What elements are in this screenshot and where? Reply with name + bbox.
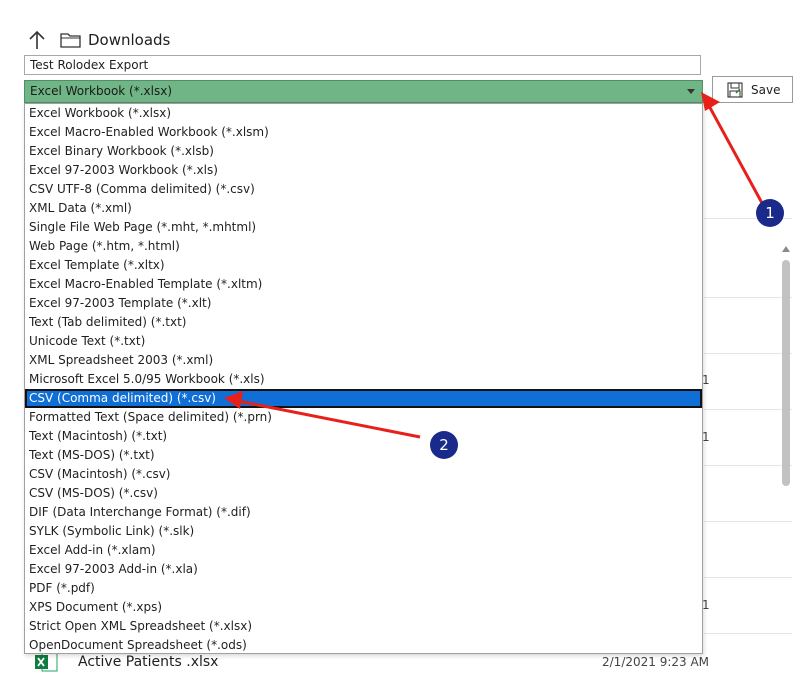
excel-file-icon: [35, 652, 58, 672]
file-type-option[interactable]: Excel Macro-Enabled Workbook (*.xlsm): [25, 123, 702, 142]
annotation-badge-1: 1: [756, 199, 784, 227]
file-type-option[interactable]: Microsoft Excel 5.0/95 Workbook (*.xls): [25, 370, 702, 389]
file-type-option[interactable]: Strict Open XML Spreadsheet (*.xlsx): [25, 617, 702, 636]
file-type-select[interactable]: Excel Workbook (*.xlsx): [24, 80, 703, 103]
save-icon: [727, 81, 743, 98]
file-type-option[interactable]: Excel Workbook (*.xlsx): [25, 104, 702, 123]
divider: [704, 297, 792, 298]
save-button[interactable]: Save: [712, 76, 793, 103]
file-date-fragment: 1: [702, 373, 710, 387]
file-type-option[interactable]: Single File Web Page (*.mht, *.mhtml): [25, 218, 702, 237]
file-type-option[interactable]: CSV (MS-DOS) (*.csv): [25, 484, 702, 503]
scroll-up-icon[interactable]: [782, 246, 790, 252]
divider: [704, 353, 792, 354]
annotation-arrow-1: [706, 103, 764, 204]
file-name: Active Patients .xlsx: [78, 654, 219, 670]
file-type-option[interactable]: Excel Binary Workbook (*.xlsb): [25, 142, 702, 161]
divider: [704, 521, 792, 522]
file-date-fragment: 1: [702, 598, 710, 612]
annotation-badge-2: 2: [430, 431, 458, 459]
file-type-options-list[interactable]: Excel Workbook (*.xlsx) Excel Macro-Enabl…: [24, 103, 703, 654]
file-type-option[interactable]: SYLK (Symbolic Link) (*.slk): [25, 522, 702, 541]
location-bar: Downloads: [26, 28, 170, 52]
file-type-option[interactable]: Formatted Text (Space delimited) (*.prn): [25, 408, 702, 427]
file-type-option[interactable]: Web Page (*.htm, *.html): [25, 237, 702, 256]
file-date: 2/1/2021 9:23 AM: [602, 655, 710, 669]
file-type-option[interactable]: XML Data (*.xml): [25, 199, 702, 218]
divider: [704, 465, 792, 466]
scrollbar-thumb[interactable]: [782, 260, 790, 486]
file-type-option[interactable]: DIF (Data Interchange Format) (*.dif): [25, 503, 702, 522]
breadcrumb[interactable]: Downloads: [88, 31, 170, 49]
file-list-scrollbar[interactable]: [780, 244, 792, 644]
divider: [704, 409, 792, 410]
file-type-option[interactable]: Excel Add-in (*.xlam): [25, 541, 702, 560]
file-name-input[interactable]: Test Rolodex Export: [24, 55, 701, 75]
folder-icon: [60, 33, 81, 48]
file-type-option-selected[interactable]: CSV (Comma delimited) (*.csv): [25, 389, 702, 408]
file-type-option[interactable]: CSV (Macintosh) (*.csv): [25, 465, 702, 484]
file-type-option[interactable]: Text (Macintosh) (*.txt): [25, 427, 702, 446]
file-type-option[interactable]: XML Spreadsheet 2003 (*.xml): [25, 351, 702, 370]
chevron-down-icon[interactable]: [687, 89, 695, 94]
file-type-option[interactable]: Excel 97-2003 Add-in (*.xla): [25, 560, 702, 579]
file-type-option[interactable]: Excel 97-2003 Template (*.xlt): [25, 294, 702, 313]
file-type-option[interactable]: Text (MS-DOS) (*.txt): [25, 446, 702, 465]
file-type-option[interactable]: Unicode Text (*.txt): [25, 332, 702, 351]
file-type-option[interactable]: XPS Document (*.xps): [25, 598, 702, 617]
file-type-option[interactable]: OpenDocument Spreadsheet (*.ods): [25, 636, 702, 653]
file-type-option[interactable]: Text (Tab delimited) (*.txt): [25, 313, 702, 332]
file-date-fragment: 1: [702, 430, 710, 444]
file-type-option[interactable]: PDF (*.pdf): [25, 579, 702, 598]
file-type-option[interactable]: Excel 97-2003 Workbook (*.xls): [25, 161, 702, 180]
file-type-option[interactable]: CSV UTF-8 (Comma delimited) (*.csv): [25, 180, 702, 199]
save-label: Save: [751, 82, 781, 97]
file-row[interactable]: Active Patients .xlsx 2/1/2021 9:23 AM: [34, 651, 794, 673]
file-type-option[interactable]: Excel Macro-Enabled Template (*.xltm): [25, 275, 702, 294]
divider: [704, 577, 792, 578]
file-type-option[interactable]: Excel Template (*.xltx): [25, 256, 702, 275]
divider: [704, 633, 792, 634]
file-type-selected-label: Excel Workbook (*.xlsx): [30, 84, 173, 98]
arrow-up-icon[interactable]: [26, 29, 48, 51]
